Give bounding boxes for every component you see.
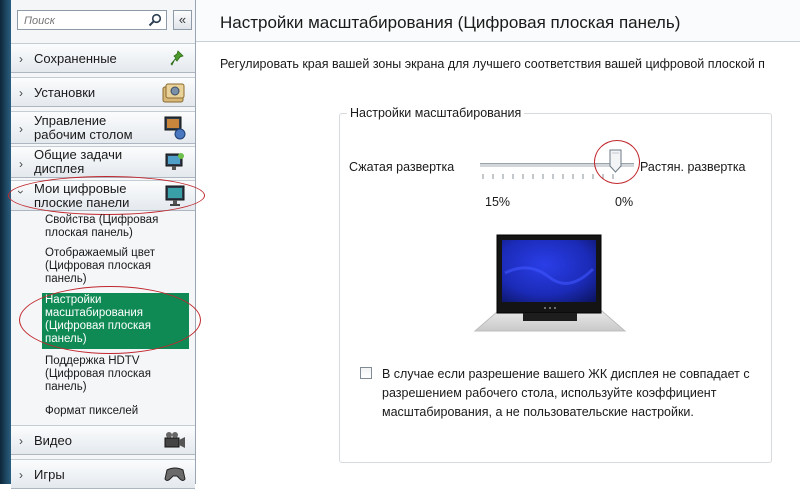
subitem-properties[interactable]: Свойства (Цифровая плоская панель) (45, 214, 185, 240)
search-row: « (11, 0, 195, 36)
category-desktop-management[interactable]: › Управление рабочим столом (11, 111, 195, 144)
group-title: Настройки масштабирования (347, 106, 525, 120)
gamepad-icon (164, 467, 186, 481)
flat-panel-icon (165, 185, 185, 206)
slider-left-label: Сжатая развертка (349, 160, 455, 174)
subitem-display-color[interactable]: Отображаемый цвет (Цифровая плоская пане… (45, 247, 173, 286)
collapse-sidebar-button[interactable]: « (173, 10, 192, 30)
title-bar: Настройки масштабирования (Цифровая плос… (196, 0, 800, 42)
search-box[interactable] (17, 10, 167, 30)
category-label: Видео (34, 433, 72, 448)
chevron-right-icon: › (19, 122, 23, 136)
subitem-hdtv-support[interactable]: Поддержка HDTV (Цифровая плоская панель) (45, 355, 167, 394)
page-description: Регулировать края вашей зоны экрана для … (220, 57, 765, 71)
pin-icon (170, 50, 184, 66)
slider-ticks (482, 174, 614, 179)
search-icon[interactable] (148, 13, 162, 27)
chevron-right-icon: › (19, 157, 23, 171)
chevron-right-icon: › (19, 52, 23, 66)
window-edge (0, 0, 11, 484)
subitem-scaling-settings[interactable]: Настройки масштабирования (Цифровая плос… (42, 293, 189, 349)
settings-folder-icon (162, 83, 185, 103)
chevron-right-icon: › (19, 468, 23, 482)
category-video[interactable]: › Видео (11, 425, 195, 455)
slider-right-label: Растян. развертка (640, 160, 746, 174)
chevron-down-icon: › (14, 190, 28, 194)
category-label: Общие задачи дисплея (34, 147, 123, 176)
slider-min-value: 15% (485, 195, 511, 209)
chevron-right-icon: › (19, 434, 23, 448)
scaling-checkbox[interactable] (360, 367, 372, 379)
category-display-tasks[interactable]: › Общие задачи дисплея (11, 146, 195, 178)
desktop-manage-icon (164, 116, 186, 140)
page-title: Настройки масштабирования (Цифровая плос… (220, 13, 681, 32)
search-input[interactable] (22, 12, 146, 30)
category-label: Мои цифровые плоские панели (34, 181, 130, 210)
category-label: Установки (34, 85, 96, 100)
category-saved[interactable]: › Сохраненные (11, 43, 195, 73)
chevron-right-icon: › (19, 86, 23, 100)
category-label: Игры (34, 467, 65, 482)
category-settings[interactable]: › Установки (11, 77, 195, 107)
category-label: Сохраненные (34, 51, 117, 66)
category-games[interactable]: › Игры (11, 459, 195, 489)
monitor-preview-icon (473, 234, 627, 332)
display-tasks-icon (165, 153, 184, 170)
category-label: Управление рабочим столом (34, 113, 133, 142)
slider-current-value: 0% (615, 195, 634, 209)
category-flat-panels[interactable]: › Мои цифровые плоские панели (11, 180, 195, 211)
subitem-pixel-format[interactable]: Формат пикселей (45, 405, 185, 418)
scaling-slider-thumb[interactable] (609, 149, 622, 173)
checkbox-label: В случае если разрешение вашего ЖК диспл… (382, 367, 750, 419)
main-panel: Настройки масштабирования (Цифровая плос… (196, 0, 800, 484)
sidebar: « › Сохраненные › Установки › Управление… (8, 0, 205, 489)
video-camera-icon (164, 432, 185, 448)
